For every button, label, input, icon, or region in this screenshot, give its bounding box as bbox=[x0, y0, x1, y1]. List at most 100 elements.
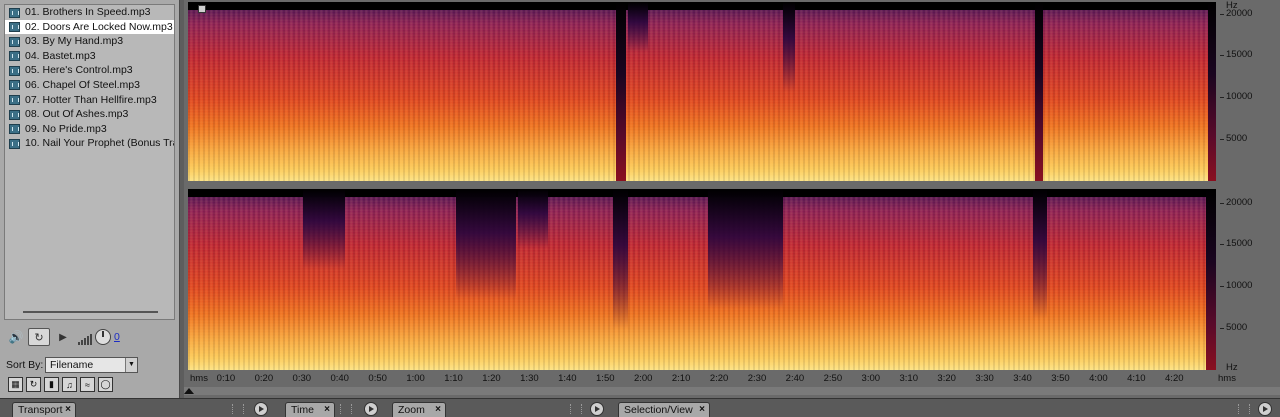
volume-value[interactable]: 0 bbox=[114, 331, 120, 343]
tab-time[interactable]: Time × bbox=[285, 402, 335, 417]
audio-file-icon bbox=[9, 95, 20, 106]
grip-icon[interactable] bbox=[232, 404, 244, 414]
panel-menu-icon[interactable] bbox=[1258, 402, 1272, 416]
audio-file-icon bbox=[9, 36, 20, 47]
tab-zoom[interactable]: Zoom × bbox=[392, 402, 446, 417]
time-tick-label: 2:40 bbox=[785, 373, 805, 384]
file-name: 05. Here's Control.mp3 bbox=[25, 64, 133, 77]
spectral-dip bbox=[303, 189, 345, 269]
loop-button[interactable]: ↻ bbox=[28, 328, 50, 346]
time-ruler[interactable]: hms hms 0:10 0:20 0:30 0:40 0:50 1:00 1:10 1:20… bbox=[188, 372, 1280, 386]
spectral-dip bbox=[518, 189, 548, 249]
file-item[interactable]: 06. Chapel Of Steel.mp3 bbox=[5, 78, 174, 93]
spectral-dip bbox=[628, 2, 648, 52]
files-panel: 01. Brothers In Speed.mp3 02. Doors Are … bbox=[0, 0, 180, 398]
freq-label: 10000 bbox=[1226, 280, 1253, 291]
spectral-display[interactable]: Hz 20000 15000 10000 5000 20000 15000 10… bbox=[184, 0, 1280, 398]
panel-menu-icon[interactable] bbox=[364, 402, 378, 416]
grip-icon[interactable] bbox=[1238, 404, 1250, 414]
spectrogram-right-channel[interactable] bbox=[188, 189, 1216, 370]
close-icon[interactable]: × bbox=[324, 403, 330, 417]
close-icon[interactable]: × bbox=[65, 403, 71, 417]
tab-label: Time bbox=[291, 404, 314, 416]
zoom-handle-left[interactable] bbox=[198, 5, 206, 13]
file-item[interactable]: 04. Bastet.mp3 bbox=[5, 49, 174, 64]
audio-file-icon bbox=[9, 7, 20, 18]
file-name: 03. By My Hand.mp3 bbox=[25, 35, 124, 48]
import-icon[interactable]: ▦ bbox=[8, 377, 23, 392]
play-icon: ▶ bbox=[59, 331, 67, 343]
silence-gap bbox=[1035, 2, 1043, 181]
file-name: 10. Nail Your Prophet (Bonus Track).mp3 bbox=[25, 137, 174, 150]
file-item[interactable]: 10. Nail Your Prophet (Bonus Track).mp3 bbox=[5, 136, 174, 151]
file-item[interactable]: 03. By My Hand.mp3 bbox=[5, 34, 174, 49]
file-name: 09. No Pride.mp3 bbox=[25, 122, 107, 135]
silence-gap bbox=[616, 2, 626, 181]
file-item[interactable]: 01. Brothers In Speed.mp3 bbox=[5, 5, 174, 20]
panel-menu-icon[interactable] bbox=[590, 402, 604, 416]
file-name: 01. Brothers In Speed.mp3 bbox=[25, 6, 151, 18]
time-tick-label: 0:30 bbox=[292, 373, 312, 384]
volume-bars-icon bbox=[78, 333, 92, 345]
speaker-icon[interactable]: 🔊 bbox=[8, 328, 24, 346]
audio-file-icon bbox=[9, 51, 20, 62]
freq-label: 15000 bbox=[1226, 49, 1253, 60]
file-item[interactable]: 09. No Pride.mp3 bbox=[5, 122, 174, 137]
time-tick-label: 1:50 bbox=[596, 373, 615, 384]
time-tick-label: 2:20 bbox=[709, 373, 729, 384]
sort-dropdown[interactable]: Filename ▼ bbox=[45, 357, 138, 373]
file-item[interactable]: 05. Here's Control.mp3 bbox=[5, 63, 174, 78]
time-tick-label: 2:30 bbox=[747, 373, 767, 384]
close-icon[interactable]: × bbox=[699, 403, 705, 417]
play-button[interactable]: ▶ bbox=[56, 328, 70, 346]
time-tick-label: 1:30 bbox=[520, 373, 539, 384]
bottom-panel-tabs: Transport × Time × Zoom × Selection/View… bbox=[0, 398, 1280, 417]
file-name: 07. Hotter Than Hellfire.mp3 bbox=[25, 93, 157, 106]
file-item[interactable]: 08. Out Of Ashes.mp3 bbox=[5, 107, 174, 122]
time-tick-label: 1:10 bbox=[444, 373, 463, 384]
refresh-icon[interactable]: ↻ bbox=[26, 377, 41, 392]
spectrogram-left-channel[interactable] bbox=[188, 2, 1216, 181]
cd-icon[interactable]: ◯ bbox=[98, 377, 113, 392]
chevron-down-icon: ▼ bbox=[125, 358, 137, 372]
silence-gap bbox=[1208, 2, 1216, 181]
time-tick-label: 2:10 bbox=[671, 373, 691, 384]
edit-icon[interactable]: ▮ bbox=[44, 377, 59, 392]
time-tick-label: 4:20 bbox=[1165, 373, 1184, 384]
horizontal-scrollbar[interactable] bbox=[184, 387, 1280, 395]
file-list[interactable]: 01. Brothers In Speed.mp3 02. Doors Are … bbox=[4, 4, 175, 320]
time-tick-label: 0:20 bbox=[254, 373, 274, 384]
file-item[interactable]: 07. Hotter Than Hellfire.mp3 bbox=[5, 93, 174, 108]
file-item-selected[interactable]: 02. Doors Are Locked Now.mp3 bbox=[5, 19, 174, 35]
silence-gap bbox=[1206, 189, 1216, 370]
tab-transport[interactable]: Transport × bbox=[12, 402, 76, 417]
files-toolbar: ▦ ↻ ▮ ♫ ≈ ◯ bbox=[8, 377, 113, 393]
time-tick-label: 0:40 bbox=[330, 373, 349, 384]
freq-label: 15000 bbox=[1226, 238, 1253, 249]
sort-label: Sort By: bbox=[6, 359, 44, 371]
time-tick-label: 2:50 bbox=[823, 373, 843, 384]
frequency-scale-bottom: 20000 15000 10000 5000 Hz bbox=[1220, 187, 1280, 374]
grip-icon[interactable] bbox=[570, 404, 582, 414]
tab-label: Transport bbox=[18, 404, 63, 416]
waveform-icon[interactable]: ≈ bbox=[80, 377, 95, 392]
freq-label: 5000 bbox=[1226, 133, 1248, 144]
spectral-dip bbox=[456, 189, 516, 299]
close-icon[interactable]: × bbox=[435, 403, 441, 417]
time-unit-label: hms bbox=[190, 373, 208, 384]
audio-file-icon bbox=[9, 80, 20, 91]
grip-icon[interactable] bbox=[340, 404, 352, 414]
panel-menu-icon[interactable] bbox=[254, 402, 268, 416]
audio-file-icon bbox=[9, 138, 20, 149]
tab-selection-view[interactable]: Selection/View × bbox=[618, 402, 710, 417]
freq-label: 10000 bbox=[1226, 91, 1253, 102]
volume-knob[interactable] bbox=[95, 329, 111, 345]
preview-controls: 🔊 ↻ ▶ 0 bbox=[6, 326, 176, 348]
time-tick-label: 2:00 bbox=[633, 373, 653, 384]
time-tick-label: 1:00 bbox=[406, 373, 425, 384]
freq-label: 20000 bbox=[1226, 197, 1253, 208]
list-scrollbar[interactable] bbox=[23, 311, 158, 313]
time-tick-label: 1:20 bbox=[482, 373, 501, 384]
music-icon[interactable]: ♫ bbox=[62, 377, 77, 392]
playhead-marker[interactable] bbox=[184, 388, 194, 394]
